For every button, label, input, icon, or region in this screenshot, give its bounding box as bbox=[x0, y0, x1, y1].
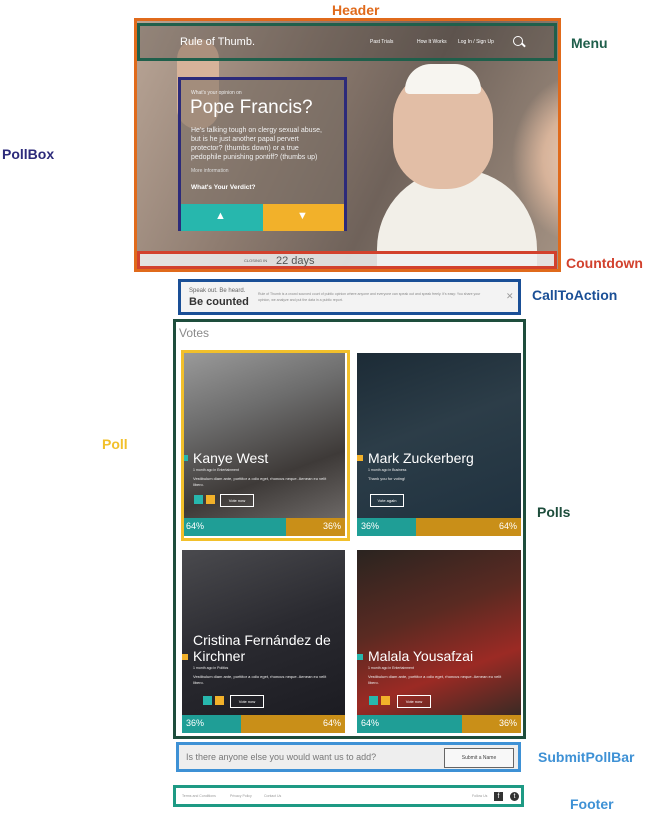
poll-down-percent: 64% bbox=[498, 521, 517, 531]
pollbox-more-link[interactable]: More information bbox=[191, 168, 229, 174]
annotation-pollbox: PollBox bbox=[2, 146, 55, 162]
poll-down-percent: 64% bbox=[322, 718, 341, 728]
cta-speak: Speak out. Be heard. bbox=[189, 288, 246, 294]
pollbox-verdict: What's Your Verdict? bbox=[191, 184, 256, 191]
mini-thumbs-up-icon[interactable] bbox=[369, 696, 378, 705]
poll-meta: 1 month ago in Business bbox=[368, 468, 407, 472]
poll-card-malala: Malala Yousafzai 1 month ago in Entertai… bbox=[357, 550, 521, 733]
flag-down-icon bbox=[182, 654, 188, 660]
submit-poll-bar: Is there anyone else you would want us t… bbox=[176, 742, 521, 772]
menu-link-login[interactable]: Log In / Sign Up bbox=[458, 39, 494, 45]
vote-button[interactable]: Vote now bbox=[230, 695, 264, 708]
poll-up-percent: 64% bbox=[361, 718, 380, 728]
mini-thumbs-down-icon[interactable] bbox=[215, 696, 224, 705]
annotation-footer: Footer bbox=[570, 796, 614, 812]
poll-card-zuckerberg: Mark Zuckerberg 1 month ago in Business … bbox=[357, 353, 521, 536]
twitter-icon[interactable]: t bbox=[510, 792, 519, 801]
poll-meta: 1 month ago in Entertainment bbox=[368, 666, 414, 670]
poll-photo bbox=[357, 550, 521, 715]
thumbs-down-icon: ▼ bbox=[297, 210, 308, 222]
annotation-polls: Polls bbox=[537, 504, 571, 520]
menu-link-past-trials[interactable]: Past Trials bbox=[370, 39, 393, 45]
polls-section: Votes Kanye West 1 month ago in Entertai… bbox=[173, 319, 526, 739]
poll-up-percent: 36% bbox=[361, 521, 380, 531]
annotation-countdown: Countdown bbox=[566, 255, 643, 271]
mini-thumbs-up-icon[interactable] bbox=[203, 696, 212, 705]
menu-link-how-it-works[interactable]: How It Works bbox=[417, 39, 447, 45]
cta-text: Rule of Thumb is a crowd sourced court o… bbox=[258, 292, 481, 302]
poll-name: Mark Zuckerberg bbox=[368, 450, 474, 466]
submit-name-button[interactable]: Submit a Name bbox=[444, 748, 514, 768]
close-icon[interactable]: ✕ bbox=[506, 291, 514, 302]
mini-thumbs-down-icon[interactable] bbox=[381, 696, 390, 705]
vote-button[interactable]: Vote now bbox=[397, 695, 431, 708]
flag-up-icon bbox=[357, 654, 363, 660]
annotation-menu: Menu bbox=[571, 35, 608, 51]
thumbs-down-button[interactable]: ▼ bbox=[263, 204, 344, 231]
countdown-label: CLOSING IN bbox=[244, 258, 268, 263]
poll-outline bbox=[181, 350, 350, 541]
footer: Terms and Conditions Privacy Policy Cont… bbox=[173, 785, 524, 807]
poll-name: Cristina Fernández de Kirchner bbox=[193, 632, 331, 664]
pollbox-body: He's talking tough on clergy sexual abus… bbox=[191, 127, 322, 161]
thumbs-up-icon: ▲ bbox=[215, 210, 226, 222]
annotation-submitpollbar: SubmitPollBar bbox=[538, 749, 635, 765]
flag-down-icon bbox=[357, 455, 363, 461]
poll-bar-down: 64% bbox=[240, 715, 345, 733]
annotation-header: Header bbox=[332, 2, 380, 18]
annotation-poll: Poll bbox=[102, 436, 128, 452]
poll-up-percent: 36% bbox=[186, 718, 205, 728]
annotation-calltoaction: CallToAction bbox=[532, 287, 618, 303]
brand-logo[interactable]: Rule of Thumb. bbox=[180, 36, 255, 48]
footer-link-privacy[interactable]: Privacy Policy bbox=[230, 794, 252, 798]
poll-bar-up: 36% bbox=[357, 518, 417, 536]
pollbox: What's your opinion on Pope Francis? He'… bbox=[178, 77, 347, 231]
call-to-action: Speak out. Be heard. Be counted Rule of … bbox=[178, 279, 521, 315]
poll-bar-down: 64% bbox=[416, 518, 521, 536]
footer-link-terms[interactable]: Terms and Conditions bbox=[182, 794, 216, 798]
pollbox-title: Pope Francis? bbox=[190, 97, 313, 118]
submit-question: Is there anyone else you would want us t… bbox=[186, 752, 377, 762]
poll-card-kirchner: Cristina Fernández de Kirchner 1 month a… bbox=[182, 550, 345, 733]
cta-counted: Be counted bbox=[189, 296, 249, 308]
countdown-bar: CLOSING IN 22 days bbox=[137, 251, 557, 269]
poll-bar-down: 36% bbox=[461, 715, 521, 733]
pollbox-kicker: What's your opinion on bbox=[191, 90, 242, 96]
votes-heading: Votes bbox=[179, 326, 210, 340]
poll-bar-up: 64% bbox=[357, 715, 462, 733]
poll-down-percent: 36% bbox=[498, 718, 517, 728]
poll-name: Malala Yousafzai bbox=[368, 648, 474, 664]
thumbs-up-button[interactable]: ▲ bbox=[181, 204, 263, 231]
facebook-icon[interactable]: f bbox=[494, 792, 503, 801]
countdown-value: 22 days bbox=[276, 255, 315, 267]
poll-body: Vestibulum diam ante, porttitor a odio e… bbox=[193, 674, 327, 685]
footer-follow: Follow Us bbox=[472, 794, 488, 798]
poll-body: Thank you for voting! bbox=[368, 476, 406, 481]
poll-meta: 1 month ago in Politics bbox=[193, 666, 229, 670]
vote-again-button[interactable]: Vote again bbox=[370, 494, 404, 507]
poll-body: Vestibulum diam ante, porttitor a odio e… bbox=[368, 674, 502, 685]
poll-bar-up: 36% bbox=[182, 715, 241, 733]
menu-bar: Rule of Thumb. Past Trials How It Works … bbox=[137, 23, 557, 61]
footer-link-contact[interactable]: Contact Us bbox=[264, 794, 281, 798]
search-icon[interactable] bbox=[513, 36, 523, 46]
